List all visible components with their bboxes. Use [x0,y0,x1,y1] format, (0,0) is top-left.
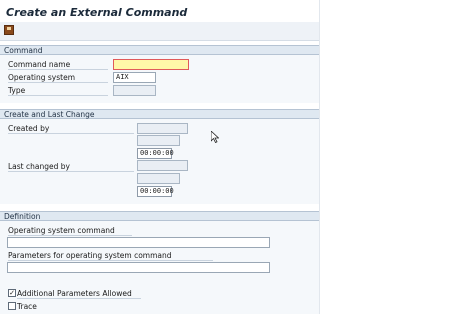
page-title: Create an External Command [6,6,188,19]
additional-parameters-label: Additional Parameters Allowed [17,289,141,299]
trace-label: Trace [17,302,37,311]
type-label: Type [8,86,108,96]
mouse-cursor-icon [210,130,220,144]
trace-checkbox[interactable] [8,302,16,310]
operating-system-input[interactable]: AIX [113,72,156,83]
toolbar [0,22,320,41]
created-time-input: 00:00:00 [137,148,174,159]
last-changed-by-input [137,160,188,171]
command-name-label: Command name [8,60,108,70]
operating-system-label: Operating system [8,73,108,83]
additional-parameters-checkbox[interactable]: ✓ [8,289,16,297]
section-header-command: Command [0,45,320,55]
section-header-definition: Definition [0,211,320,221]
last-changed-by-label: Last changed by [8,162,134,172]
command-name-input[interactable] [113,59,189,70]
changed-time-input: 00:00:00 [137,186,174,197]
os-command-label: Operating system command [8,226,132,236]
created-by-input [137,123,188,134]
parameters-input[interactable] [7,262,270,273]
os-command-input[interactable] [7,237,270,248]
type-input [113,85,156,96]
save-icon[interactable] [4,25,14,35]
created-by-label: Created by [8,124,134,134]
created-date-input [137,135,180,146]
changed-date-input [137,173,180,184]
section-header-create-change: Create and Last Change [0,109,320,119]
parameters-label: Parameters for operating system command [8,251,213,261]
content-edge-divider [319,0,320,314]
